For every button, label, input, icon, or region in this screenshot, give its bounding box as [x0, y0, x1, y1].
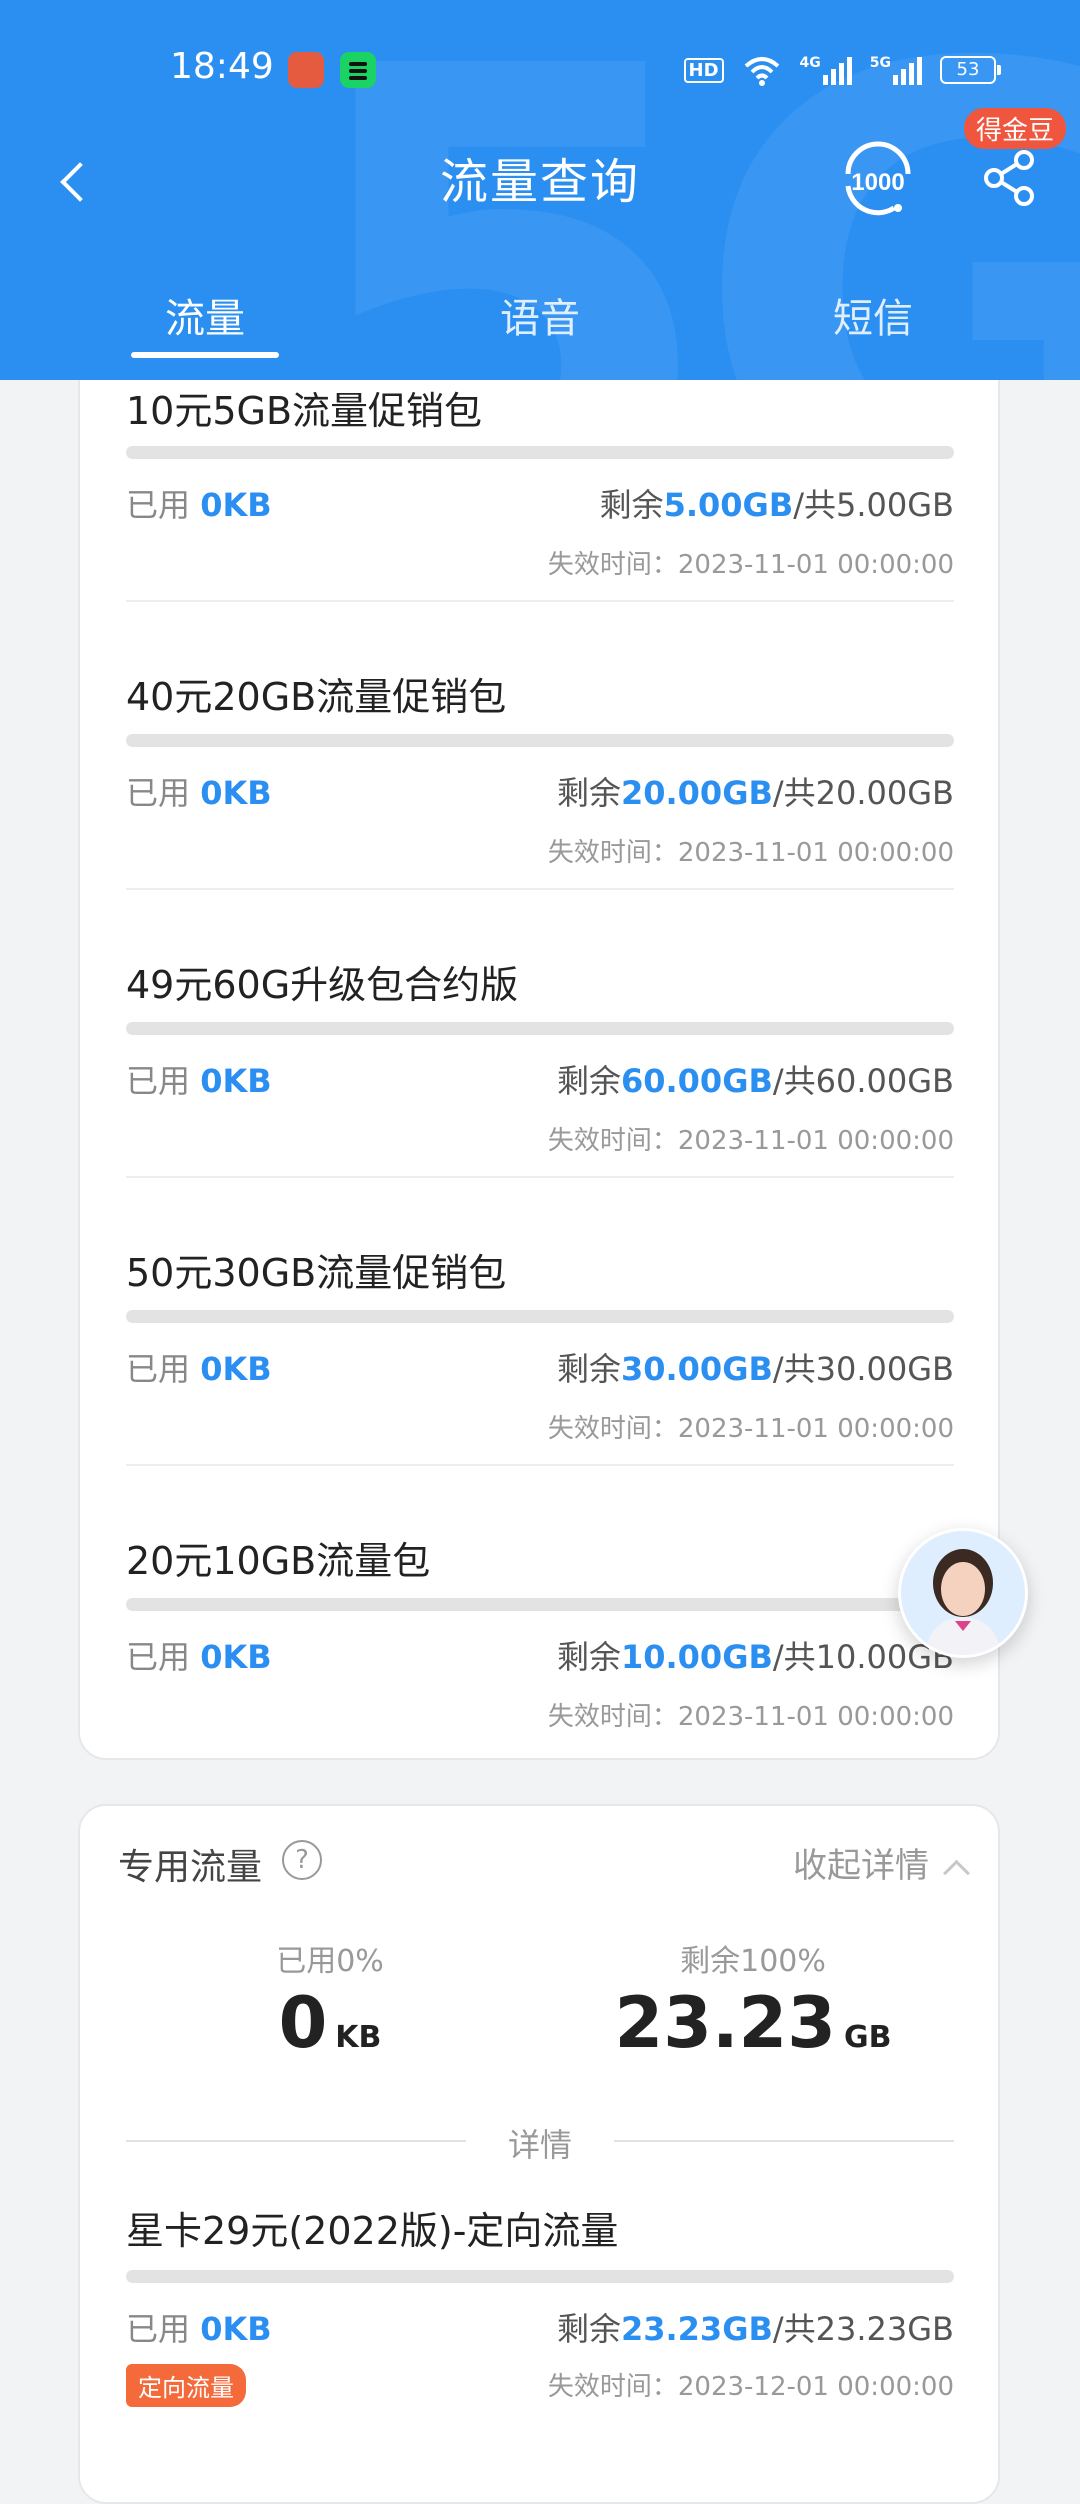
usage-progress-bar [126, 1310, 954, 1323]
remaining-amount: 剩余30.00GB/共30.00GB [556, 1350, 954, 1388]
targeted-data-tag: 定向流量 [126, 2364, 246, 2407]
divider [126, 1176, 954, 1178]
usage-progress-bar [126, 2270, 954, 2283]
dedicated-data-title: 专用流量 [118, 1847, 263, 1888]
divider [126, 600, 954, 602]
collapse-details-button[interactable]: 收起详情 [793, 1838, 966, 1887]
expire-time: 失效时间：2023-11-01 00:00:00 [547, 550, 954, 580]
divider [126, 1464, 954, 1466]
used-amount: 已用 0KB [126, 2310, 272, 2348]
tab-voice[interactable]: 语音 [440, 286, 640, 344]
package-name: 50元30GB流量促销包 [126, 1251, 507, 1295]
tab-sms[interactable]: 短信 [773, 286, 973, 344]
divider [614, 2140, 954, 2142]
tab-bar: 流量 语音 短信 [0, 270, 1080, 380]
used-amount: 已用 0KB [126, 1638, 272, 1676]
page-title: 流量查询 [439, 154, 640, 210]
assistant-avatar-image [901, 1531, 1025, 1655]
battery-icon: 53 [940, 56, 1001, 84]
expire-time: 失效时间：2023-11-01 00:00:00 [547, 1702, 954, 1732]
remaining-total-value: 23.23 GB [614, 1982, 892, 2064]
customer-service-icon: 1000 [845, 141, 911, 216]
help-icon[interactable]: ? [282, 1840, 322, 1880]
divider [126, 888, 954, 890]
status-bar: 18:49 HD 4G 5G 53 [0, 0, 1080, 140]
tab-active-indicator [131, 352, 279, 358]
used-total-value: 0 KB [278, 1982, 382, 2064]
remaining-amount: 剩余20.00GB/共20.00GB [556, 774, 954, 812]
tab-data[interactable]: 流量 [105, 286, 305, 344]
notification-app-icon [288, 52, 324, 88]
status-time: 18:49 [170, 46, 274, 87]
svg-text:1000: 1000 [851, 169, 904, 196]
signal-4g-icon: 4G [800, 55, 852, 85]
expire-time: 失效时间：2023-11-01 00:00:00 [547, 838, 954, 868]
package-name: 星卡29元(2022版)-定向流量 [126, 2209, 619, 2253]
remaining-percent-label: 剩余100% [680, 1944, 826, 1979]
remaining-amount: 剩余60.00GB/共60.00GB [556, 1062, 954, 1100]
details-section-label: 详情 [507, 2126, 572, 2164]
used-amount: 已用 0KB [126, 774, 272, 812]
package-name: 49元60G升级包合约版 [126, 963, 519, 1007]
usage-progress-bar [126, 446, 954, 459]
share-icon [984, 150, 1034, 206]
spotify-icon [340, 52, 376, 88]
package-name: 10元5GB流量促销包 [126, 389, 483, 433]
package-name: 20元10GB流量包 [126, 1539, 431, 1583]
usage-progress-bar [126, 734, 954, 747]
expire-time: 失效时间：2023-12-01 00:00:00 [547, 2372, 954, 2402]
package-name: 40元20GB流量促销包 [126, 675, 507, 719]
used-amount: 已用 0KB [126, 1062, 272, 1100]
hd-icon: HD [683, 57, 724, 83]
usage-progress-bar [126, 1022, 954, 1035]
remaining-amount: 剩余23.23GB/共23.23GB [556, 2310, 954, 2348]
used-amount: 已用 0KB [126, 486, 272, 524]
signal-5g-icon: 5G [870, 55, 922, 85]
top-header: 5G 18:49 HD 4G 5G 53 流量查询 1000 得金豆 流量 语音… [0, 0, 1080, 380]
gold-beans-badge[interactable]: 得金豆 [964, 108, 1067, 149]
system-icons: HD 4G 5G 53 [683, 52, 1001, 88]
used-percent-label: 已用0% [276, 1944, 384, 1979]
remaining-amount: 剩余10.00GB/共10.00GB [556, 1638, 954, 1676]
assistant-avatar[interactable] [898, 1528, 1028, 1658]
remaining-amount: 剩余5.00GB/共5.00GB [599, 486, 954, 524]
expire-time: 失效时间：2023-11-01 00:00:00 [547, 1126, 954, 1156]
share-button[interactable] [978, 146, 1042, 210]
expire-time: 失效时间：2023-11-01 00:00:00 [547, 1414, 954, 1444]
wifi-icon [744, 57, 779, 86]
customer-service-10000-button[interactable]: 1000 [838, 140, 918, 220]
usage-progress-bar [126, 1598, 954, 1611]
used-amount: 已用 0KB [126, 1350, 272, 1388]
